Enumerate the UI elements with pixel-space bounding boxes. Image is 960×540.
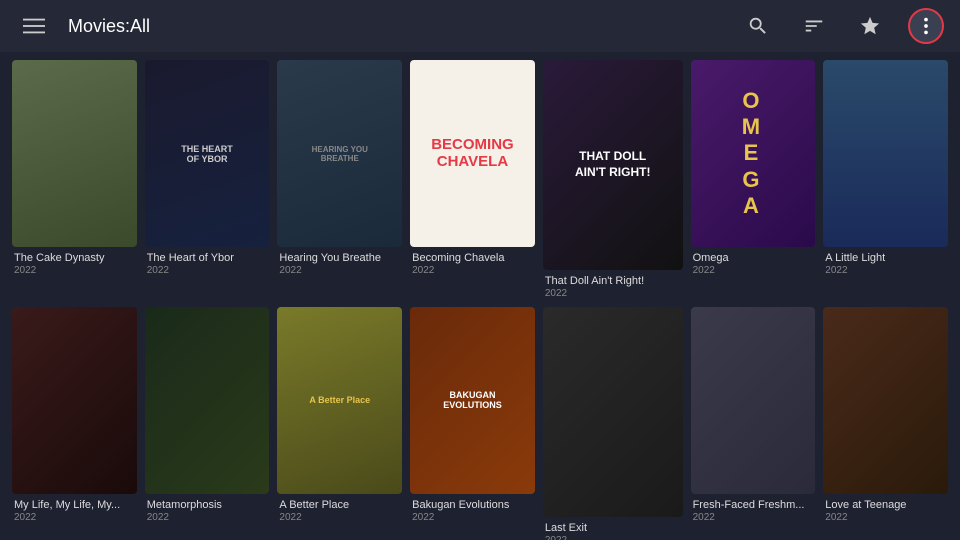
movie-poster: THAT DOLLAIN'T RIGHT!: [543, 60, 683, 270]
movie-card[interactable]: The Cake Dynasty2022: [12, 60, 137, 299]
movie-poster: OMEGA: [691, 60, 816, 247]
movie-info: Hearing You Breathe2022: [277, 247, 402, 276]
movies-content: The Cake Dynasty2022THE HEARTOF YBORThe …: [0, 52, 960, 540]
more-options-button[interactable]: [908, 8, 944, 44]
movie-info: The Cake Dynasty2022: [12, 247, 137, 276]
movie-card[interactable]: Last Exit2022: [543, 307, 683, 540]
movie-title: Hearing You Breathe: [279, 251, 400, 265]
header-left: Movies:All: [16, 8, 150, 44]
app-header: Movies:All: [0, 0, 960, 52]
movie-year: 2022: [825, 265, 946, 276]
movie-info: The Heart of Ybor2022: [145, 247, 270, 276]
movie-title: Love at Teenage: [825, 498, 946, 512]
movie-card[interactable]: Love at Teenage2022: [823, 307, 948, 540]
movie-card[interactable]: Metamorphosis2022: [145, 307, 270, 540]
movie-title: The Heart of Ybor: [147, 251, 268, 265]
movie-poster: BECOMINGCHAVELA: [410, 60, 535, 247]
movie-year: 2022: [412, 512, 533, 523]
movie-title: Becoming Chavela: [412, 251, 533, 265]
movie-title: Omega: [693, 251, 814, 265]
movie-year: 2022: [412, 265, 533, 276]
movie-year: 2022: [279, 265, 400, 276]
movie-poster: [12, 307, 137, 494]
movie-year: 2022: [825, 512, 946, 523]
movie-info: Omega2022: [691, 247, 816, 276]
movie-info: My Life, My Life, My...2022: [12, 494, 137, 523]
movie-card[interactable]: A Little Light2022: [823, 60, 948, 299]
movie-info: That Doll Ain't Right!2022: [543, 270, 683, 299]
movie-poster: A Better Place: [277, 307, 402, 494]
movie-card[interactable]: THE HEARTOF YBORThe Heart of Ybor2022: [145, 60, 270, 299]
movie-title: My Life, My Life, My...: [14, 498, 135, 512]
movie-card[interactable]: A Better PlaceA Better Place2022: [277, 307, 402, 540]
movie-poster: [691, 307, 816, 494]
movie-year: 2022: [14, 265, 135, 276]
movie-poster: HEARING YOUBREATHE: [277, 60, 402, 247]
movie-title: Metamorphosis: [147, 498, 268, 512]
movie-grid: The Cake Dynasty2022THE HEARTOF YBORThe …: [12, 60, 948, 540]
movie-info: Fresh-Faced Freshm...2022: [691, 494, 816, 523]
movie-title: That Doll Ain't Right!: [545, 274, 681, 288]
movie-card[interactable]: OMEGAOmega2022: [691, 60, 816, 299]
movie-info: A Little Light2022: [823, 247, 948, 276]
movie-title: Bakugan Evolutions: [412, 498, 533, 512]
movie-card[interactable]: Fresh-Faced Freshm...2022: [691, 307, 816, 540]
movie-title: Last Exit: [545, 521, 681, 535]
movie-year: 2022: [147, 512, 268, 523]
filter-button[interactable]: [796, 8, 832, 44]
header-right: [740, 8, 944, 44]
movie-poster: [145, 307, 270, 494]
movie-card[interactable]: THAT DOLLAIN'T RIGHT!That Doll Ain't Rig…: [543, 60, 683, 299]
movie-year: 2022: [545, 288, 681, 299]
movie-title: A Little Light: [825, 251, 946, 265]
movie-info: Becoming Chavela2022: [410, 247, 535, 276]
movie-info: Love at Teenage2022: [823, 494, 948, 523]
movie-year: 2022: [545, 535, 681, 540]
search-button[interactable]: [740, 8, 776, 44]
movie-year: 2022: [14, 512, 135, 523]
movie-poster: [823, 60, 948, 247]
movie-card[interactable]: HEARING YOUBREATHEHearing You Breathe202…: [277, 60, 402, 299]
movie-poster: [823, 307, 948, 494]
star-button[interactable]: [852, 8, 888, 44]
menu-button[interactable]: [16, 8, 52, 44]
movie-title: A Better Place: [279, 498, 400, 512]
movie-poster: [543, 307, 683, 517]
movie-year: 2022: [147, 265, 268, 276]
movie-title: Fresh-Faced Freshm...: [693, 498, 814, 512]
movie-card[interactable]: BECOMINGCHAVELABecoming Chavela2022: [410, 60, 535, 299]
movie-year: 2022: [693, 512, 814, 523]
movie-card[interactable]: My Life, My Life, My...2022: [12, 307, 137, 540]
movie-poster: THE HEARTOF YBOR: [145, 60, 270, 247]
movie-poster: BAKUGANEVOLUTIONS: [410, 307, 535, 494]
movie-info: Metamorphosis2022: [145, 494, 270, 523]
movie-info: A Better Place2022: [277, 494, 402, 523]
movie-year: 2022: [279, 512, 400, 523]
movie-year: 2022: [693, 265, 814, 276]
movie-info: Last Exit2022: [543, 517, 683, 540]
movie-poster: [12, 60, 137, 247]
movie-info: Bakugan Evolutions2022: [410, 494, 535, 523]
page-title: Movies:All: [68, 16, 150, 37]
movie-card[interactable]: BAKUGANEVOLUTIONSBakugan Evolutions2022: [410, 307, 535, 540]
movie-title: The Cake Dynasty: [14, 251, 135, 265]
